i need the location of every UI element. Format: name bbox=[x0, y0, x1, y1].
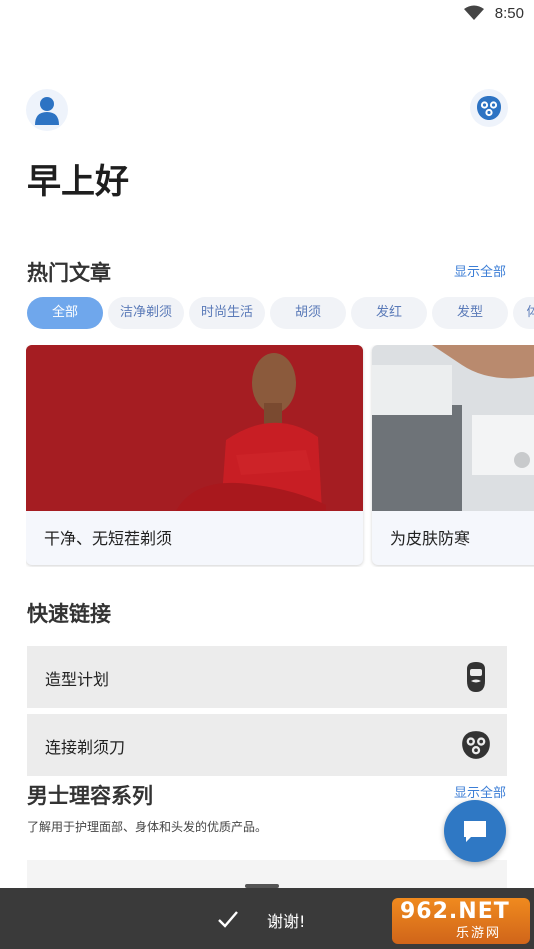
chip-all[interactable]: 全部 bbox=[27, 297, 103, 329]
check-icon bbox=[218, 911, 238, 928]
device-button[interactable] bbox=[470, 89, 508, 127]
toast-message: 谢谢! bbox=[267, 912, 306, 931]
series-subtitle: 了解用于护理面部、身体和头发的优质产品。 bbox=[27, 820, 268, 834]
article-carousel: 干净、无短茬剃须 为皮肤防寒 bbox=[26, 345, 534, 567]
shaver-head-icon bbox=[462, 731, 490, 759]
chip-redness[interactable]: 发红 bbox=[351, 297, 427, 329]
article-caption: 干净、无短茬剃须 bbox=[44, 529, 173, 548]
watermark-logo: 962.NET 乐游网 bbox=[392, 898, 530, 944]
profile-button[interactable] bbox=[26, 89, 68, 131]
article-card[interactable]: 干净、无短茬剃须 bbox=[26, 345, 363, 565]
watermark-sub: 乐游网 bbox=[456, 926, 502, 941]
chip-hairstyle[interactable]: 发型 bbox=[432, 297, 508, 329]
article-image bbox=[26, 345, 363, 511]
quick-link-label: 连接剃须刀 bbox=[45, 738, 126, 757]
chat-icon bbox=[464, 821, 486, 842]
greeting-title: 早上好 bbox=[27, 162, 129, 202]
shaver-head-icon bbox=[477, 96, 501, 120]
wifi-icon bbox=[464, 5, 484, 20]
chip-clean-shave[interactable]: 洁净剃须 bbox=[108, 297, 184, 329]
status-time: 8:50 bbox=[494, 5, 524, 22]
quick-link-label: 造型计划 bbox=[45, 670, 110, 689]
quick-links-title: 快速链接 bbox=[27, 602, 111, 626]
category-chips: 全部 洁净剃须 时尚生活 胡须 发红 发型体 bbox=[27, 297, 534, 331]
chip-body[interactable]: 体 bbox=[513, 297, 534, 329]
watermark-brand: 962.NET bbox=[400, 899, 510, 924]
quick-link-connect-shaver[interactable]: 连接剃须刀 bbox=[27, 714, 507, 776]
chip-lifestyle[interactable]: 时尚生活 bbox=[189, 297, 265, 329]
beard-face-icon bbox=[467, 662, 485, 692]
article-caption: 为皮肤防寒 bbox=[390, 529, 471, 548]
series-title: 男士理容系列 bbox=[27, 784, 153, 808]
article-card[interactable]: 为皮肤防寒 bbox=[372, 345, 534, 565]
chat-button[interactable] bbox=[444, 800, 506, 862]
series-show-all-link[interactable]: 显示全部 bbox=[454, 782, 506, 801]
quick-link-styling-plan[interactable]: 造型计划 bbox=[27, 646, 507, 708]
popular-show-all-link[interactable]: 显示全部 bbox=[454, 261, 506, 280]
article-image bbox=[372, 345, 534, 511]
status-bar: 8:50 bbox=[0, 0, 534, 30]
user-icon bbox=[35, 97, 59, 125]
chip-beard[interactable]: 胡须 bbox=[270, 297, 346, 329]
popular-articles-title: 热门文章 bbox=[27, 261, 111, 285]
